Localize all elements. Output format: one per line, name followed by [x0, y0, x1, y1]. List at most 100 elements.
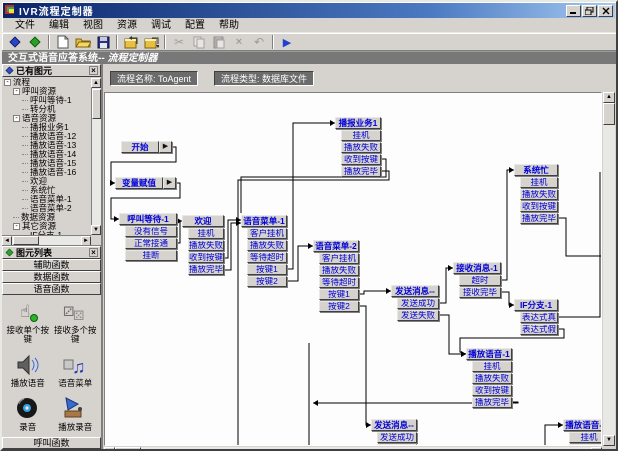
menu-视图[interactable]: 视图	[76, 19, 110, 32]
node-port-播放完毕[interactable]: 播放完毕	[520, 213, 558, 224]
run-button[interactable]: ▶	[277, 34, 297, 50]
menu-配置[interactable]: 配置	[178, 19, 212, 32]
menu-编辑[interactable]: 编辑	[42, 19, 76, 32]
node-port-按键2[interactable]: 按键2	[319, 301, 359, 312]
tile-receive-single-key[interactable]: ☝接收单个按键	[4, 299, 52, 344]
menu-帮助[interactable]: 帮助	[212, 19, 246, 32]
download-flow-button[interactable]	[141, 34, 161, 50]
flow-node-start[interactable]: 开始▶	[121, 141, 159, 153]
tree-vertical-scrollbar[interactable]: ▲▼	[91, 78, 101, 235]
node-title[interactable]: 接收消息-1	[453, 262, 501, 274]
flow-node-recv-msg-1[interactable]: 接收消息-1超时接收完毕	[453, 262, 501, 298]
tree-expander-icon[interactable]: -	[13, 223, 20, 230]
flow-name-field[interactable]: 流程名称: ToAgent	[110, 71, 198, 86]
tile-play-record[interactable]: 播放录音	[52, 396, 100, 432]
tree-expander-icon[interactable]: -	[4, 79, 11, 86]
node-port-播放完毕[interactable]: 播放完毕	[188, 264, 224, 275]
delete-button[interactable]: ×	[229, 34, 249, 50]
undo-button[interactable]: ↶	[249, 34, 269, 50]
flow-type-field[interactable]: 流程类型: 数据库文件	[214, 71, 314, 86]
node-port-表达式假[interactable]: 表达式假	[520, 324, 558, 335]
tab-语音函数[interactable]: 语音函数	[2, 283, 101, 295]
tile-receive-multi-key[interactable]: ⚂⚄接收多个按键	[52, 299, 100, 344]
upload-flow-button[interactable]	[121, 34, 141, 50]
node-port-客户挂机[interactable]: 客户挂机	[319, 253, 359, 264]
node-port-播放失败[interactable]: 播放失败	[569, 444, 602, 446]
minimize-button[interactable]	[566, 5, 581, 17]
flow-node-welcome[interactable]: 欢迎挂机播放失败收到按键播放完毕	[182, 215, 224, 275]
flow-node-voice-menu-1[interactable]: 语音菜单-1客户挂机播放失败等待超时按键1按键2	[241, 215, 287, 287]
node-port-播放失败[interactable]: 播放失败	[520, 189, 558, 200]
node-port-按键1[interactable]: 按键1	[319, 289, 359, 300]
flow-node-send-msg-1[interactable]: 发送消息--发送成功发送失败	[391, 285, 439, 321]
tree-horizontal-scrollbar[interactable]: ◄►	[2, 235, 91, 245]
flow-node-sys-busy[interactable]: 系统忙挂机播放失败收到按键播放完毕	[514, 164, 558, 224]
node-port-播放失败[interactable]: 播放失败	[319, 265, 359, 276]
node-port-播放失败[interactable]: 播放失败	[472, 373, 512, 384]
flow-node-send-msg-2[interactable]: 发送消息--发送成功发送失败	[371, 419, 417, 446]
node-title[interactable]: 语音菜单-1	[241, 215, 287, 227]
node-port-播放完毕[interactable]: 播放完毕	[341, 166, 381, 177]
close-button[interactable]	[598, 5, 613, 17]
node-port-超时[interactable]: 超时	[459, 275, 501, 286]
node-port-发送成功[interactable]: 发送成功	[397, 298, 439, 309]
node-port-等待超时[interactable]: 等待超时	[319, 277, 359, 288]
node-port-发送成功[interactable]: 发送成功	[377, 432, 417, 443]
node-port-挂机[interactable]: 挂机	[188, 228, 224, 239]
node-title[interactable]: 发送消息--	[371, 419, 417, 431]
node-port-挂机[interactable]: 挂机	[341, 130, 381, 141]
node-port-接收完毕[interactable]: 接收完毕	[459, 287, 501, 298]
node-port-客户挂机[interactable]: 客户挂机	[247, 228, 287, 239]
node-title[interactable]: 呼叫等待-1	[119, 213, 177, 225]
node-port-按键2[interactable]: 按键2	[247, 276, 287, 287]
node-port-收到按键[interactable]: 收到按键	[472, 385, 512, 396]
node-title[interactable]: 播报业务1	[335, 117, 381, 129]
node-output-port[interactable]: ▶	[163, 177, 176, 189]
flow-node-assign-var[interactable]: 变量赋值▶	[115, 177, 163, 189]
tile-play-voice[interactable]: 播放语音	[4, 352, 52, 388]
tile-record[interactable]: 录音	[4, 396, 52, 432]
tab-辅助函数[interactable]: 辅助函数	[2, 259, 101, 271]
import-flow-button[interactable]	[5, 34, 25, 50]
node-port-挂断[interactable]: 挂断	[125, 250, 177, 261]
menu-文件[interactable]: 文件	[8, 19, 42, 32]
save-button[interactable]	[93, 34, 113, 50]
new-button[interactable]	[53, 34, 73, 50]
node-title[interactable]: 发送消息--	[391, 285, 439, 297]
menu-资源[interactable]: 资源	[110, 19, 144, 32]
node-title[interactable]: 播放语音-1	[563, 419, 602, 431]
flow-node-play-voice-1b[interactable]: 播放语音-1挂机播放失败收到按键播放完毕	[563, 419, 602, 446]
node-port-收到按键[interactable]: 收到按键	[341, 154, 381, 165]
flow-node-if-branch-1[interactable]: IF分支-1表达式真表达式假	[514, 299, 558, 335]
export-flow-button[interactable]	[25, 34, 45, 50]
flow-node-broadcast-biz-1[interactable]: 播报业务1挂机播放失败收到按键播放完毕	[335, 117, 381, 177]
tree-item-播放语音-16[interactable]: 播放语音-16	[4, 168, 90, 177]
node-title[interactable]: 欢迎	[182, 215, 224, 227]
open-button[interactable]	[73, 34, 93, 50]
node-port-挂机[interactable]: 挂机	[569, 432, 602, 443]
node-port-发送失败[interactable]: 发送失败	[377, 444, 417, 446]
node-title[interactable]: 系统忙	[514, 164, 558, 176]
node-output-port[interactable]: ▶	[159, 141, 172, 153]
paste-button[interactable]	[209, 34, 229, 50]
flow-node-voice-menu-2[interactable]: 语音菜单-2客户挂机播放失败等待超时按键1按键2	[313, 240, 359, 312]
node-title[interactable]: IF分支-1	[514, 299, 558, 311]
node-port-播放失败[interactable]: 播放失败	[341, 142, 381, 153]
node-port-收到按键[interactable]: 收到按键	[188, 252, 224, 263]
menu-调试[interactable]: 调试	[144, 19, 178, 32]
tab-call-functions[interactable]: 呼叫函数	[2, 437, 101, 449]
restore-button[interactable]	[582, 5, 597, 17]
node-port-发送失败[interactable]: 发送失败	[397, 310, 439, 321]
node-port-播放失败[interactable]: 播放失败	[247, 240, 287, 251]
flow-node-play-voice-1[interactable]: 播放语音-1挂机播放失败收到按键播放完毕	[466, 348, 512, 408]
node-port-挂机[interactable]: 挂机	[472, 361, 512, 372]
node-port-没有信号[interactable]: 没有信号	[125, 226, 177, 237]
panel-close-icon[interactable]: ×	[89, 248, 98, 257]
node-port-播放完毕[interactable]: 播放完毕	[472, 397, 512, 408]
tree-expander-icon[interactable]: -	[13, 88, 20, 95]
canvas-vertical-scrollbar[interactable]: ▲ ▼	[603, 92, 615, 446]
node-port-表达式真[interactable]: 表达式真	[520, 312, 558, 323]
copy-button[interactable]	[189, 34, 209, 50]
flow-node-call-wait-1[interactable]: 呼叫等待-1没有信号正常接通挂断	[119, 213, 177, 261]
node-port-挂机[interactable]: 挂机	[520, 177, 558, 188]
